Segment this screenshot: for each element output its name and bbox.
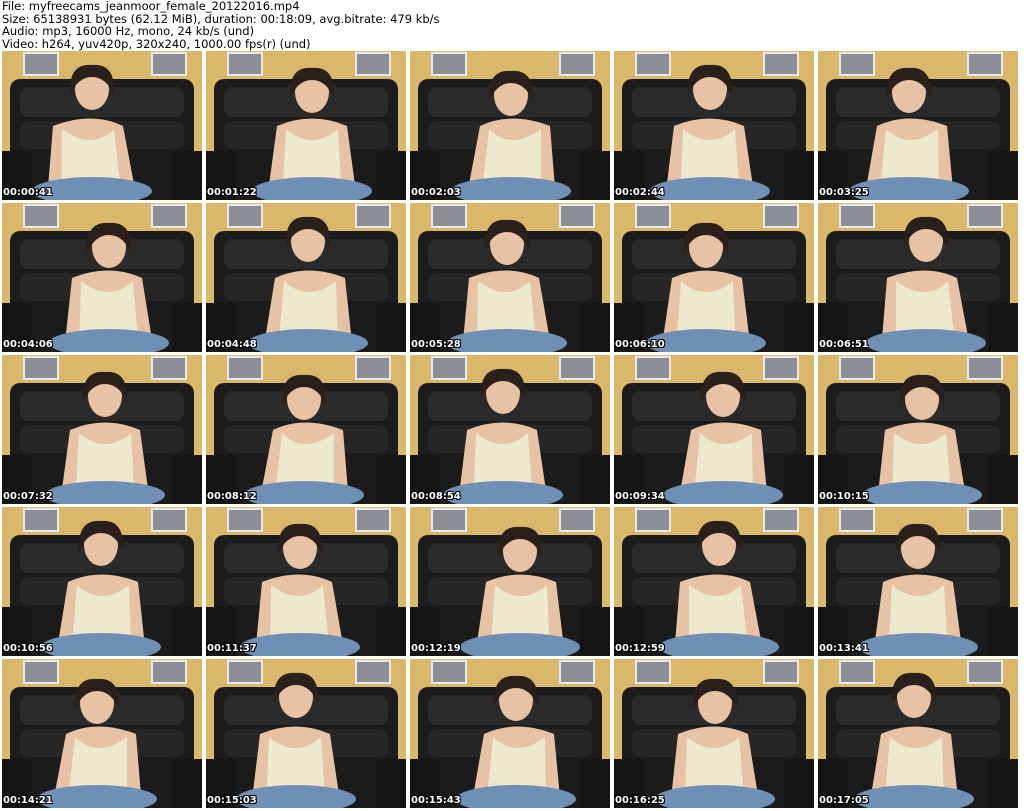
video-thumbnail: 00:04:48 — [206, 203, 406, 352]
video-thumbnail: 00:09:34 — [614, 355, 814, 504]
frame-image — [410, 51, 610, 200]
frame-image — [410, 507, 610, 656]
video-thumbnail: 00:15:03 — [206, 659, 406, 808]
thumbnail-timestamp: 00:06:10 — [615, 339, 665, 350]
video-thumbnail: 00:08:54 — [410, 355, 610, 504]
video-thumbnail: 00:17:05 — [818, 659, 1018, 808]
frame-image — [614, 51, 814, 200]
thumbnail-timestamp: 00:06:51 — [819, 339, 869, 350]
thumbnail-timestamp: 00:09:34 — [615, 491, 665, 502]
file-name-line: File: myfreecams_jeanmoor_female_2012201… — [2, 0, 300, 13]
frame-image — [206, 659, 406, 808]
video-thumbnail: 00:02:03 — [410, 51, 610, 200]
thumbnail-timestamp: 00:02:03 — [411, 187, 461, 198]
thumbnail-timestamp: 00:17:05 — [819, 795, 869, 806]
video-thumbnail: 00:06:51 — [818, 203, 1018, 352]
frame-image — [206, 507, 406, 656]
thumbnail-timestamp: 00:01:22 — [207, 187, 257, 198]
frame-image — [2, 355, 202, 504]
thumbnail-timestamp: 00:08:12 — [207, 491, 257, 502]
thumbnail-timestamp: 00:07:32 — [3, 491, 53, 502]
video-thumbnail: 00:02:44 — [614, 51, 814, 200]
frame-image — [614, 659, 814, 808]
thumbnail-timestamp: 00:12:59 — [615, 643, 665, 654]
frame-image — [2, 51, 202, 200]
frame-image — [818, 51, 1018, 200]
frame-image — [410, 355, 610, 504]
thumbnail-timestamp: 00:15:43 — [411, 795, 461, 806]
thumbnail-timestamp: 00:13:41 — [819, 643, 869, 654]
video-thumbnail: 00:10:56 — [2, 507, 202, 656]
video-info-line: Video: h264, yuv420p, 320x240, 1000.00 f… — [2, 36, 311, 51]
video-thumbnail: 00:11:37 — [206, 507, 406, 656]
thumbnail-timestamp: 00:11:37 — [207, 643, 257, 654]
video-thumbnail: 00:12:59 — [614, 507, 814, 656]
thumbnail-timestamp: 00:04:48 — [207, 339, 257, 350]
frame-image — [818, 355, 1018, 504]
video-thumbnail: 00:04:06 — [2, 203, 202, 352]
thumbnail-timestamp: 00:16:25 — [615, 795, 665, 806]
frame-image — [206, 203, 406, 352]
video-thumbnail: 00:16:25 — [614, 659, 814, 808]
thumbnail-timestamp: 00:10:15 — [819, 491, 869, 502]
frame-image — [818, 507, 1018, 656]
thumbnail-timestamp: 00:03:25 — [819, 187, 869, 198]
file-info-header: File: myfreecams_jeanmoor_female_2012201… — [2, 0, 1022, 50]
audio-info-line: Audio: mp3, 16000 Hz, mono, 24 kb/s (und… — [2, 24, 255, 38]
frame-image — [2, 507, 202, 656]
thumbnail-timestamp: 00:02:44 — [615, 187, 665, 198]
frame-image — [410, 659, 610, 808]
video-thumbnail: 00:05:28 — [410, 203, 610, 352]
thumbnail-timestamp: 00:08:54 — [411, 491, 461, 502]
frame-image — [818, 659, 1018, 808]
frame-image — [2, 203, 202, 352]
video-thumbnail: 00:08:12 — [206, 355, 406, 504]
frame-image — [614, 355, 814, 504]
video-thumbnail: 00:01:22 — [206, 51, 406, 200]
frame-image — [206, 51, 406, 200]
thumbnail-timestamp: 00:05:28 — [411, 339, 461, 350]
frame-image — [410, 203, 610, 352]
frame-image — [614, 507, 814, 656]
frame-image — [614, 203, 814, 352]
video-thumbnail: 00:13:41 — [818, 507, 1018, 656]
video-thumbnail: 00:07:32 — [2, 355, 202, 504]
thumbnail-timestamp: 00:12:19 — [411, 643, 461, 654]
thumbnail-timestamp: 00:14:21 — [3, 795, 53, 806]
thumbnail-timestamp: 00:10:56 — [3, 643, 53, 654]
video-thumbnail: 00:00:41 — [2, 51, 202, 200]
video-thumbnail: 00:06:10 — [614, 203, 814, 352]
thumbnail-timestamp: 00:00:41 — [3, 187, 53, 198]
video-thumbnail: 00:03:25 — [818, 51, 1018, 200]
thumbnail-timestamp: 00:04:06 — [3, 339, 53, 350]
thumbnail-grid: 00:00:41 00:01:22 00:02:03 00:02:44 00:03:25… — [2, 51, 1022, 811]
video-thumbnail: 00:10:15 — [818, 355, 1018, 504]
video-thumbnail: 00:12:19 — [410, 507, 610, 656]
video-thumbnail: 00:15:43 — [410, 659, 610, 808]
thumbnail-timestamp: 00:15:03 — [207, 795, 257, 806]
frame-image — [2, 659, 202, 808]
video-thumbnail: 00:14:21 — [2, 659, 202, 808]
frame-image — [206, 355, 406, 504]
frame-image — [818, 203, 1018, 352]
